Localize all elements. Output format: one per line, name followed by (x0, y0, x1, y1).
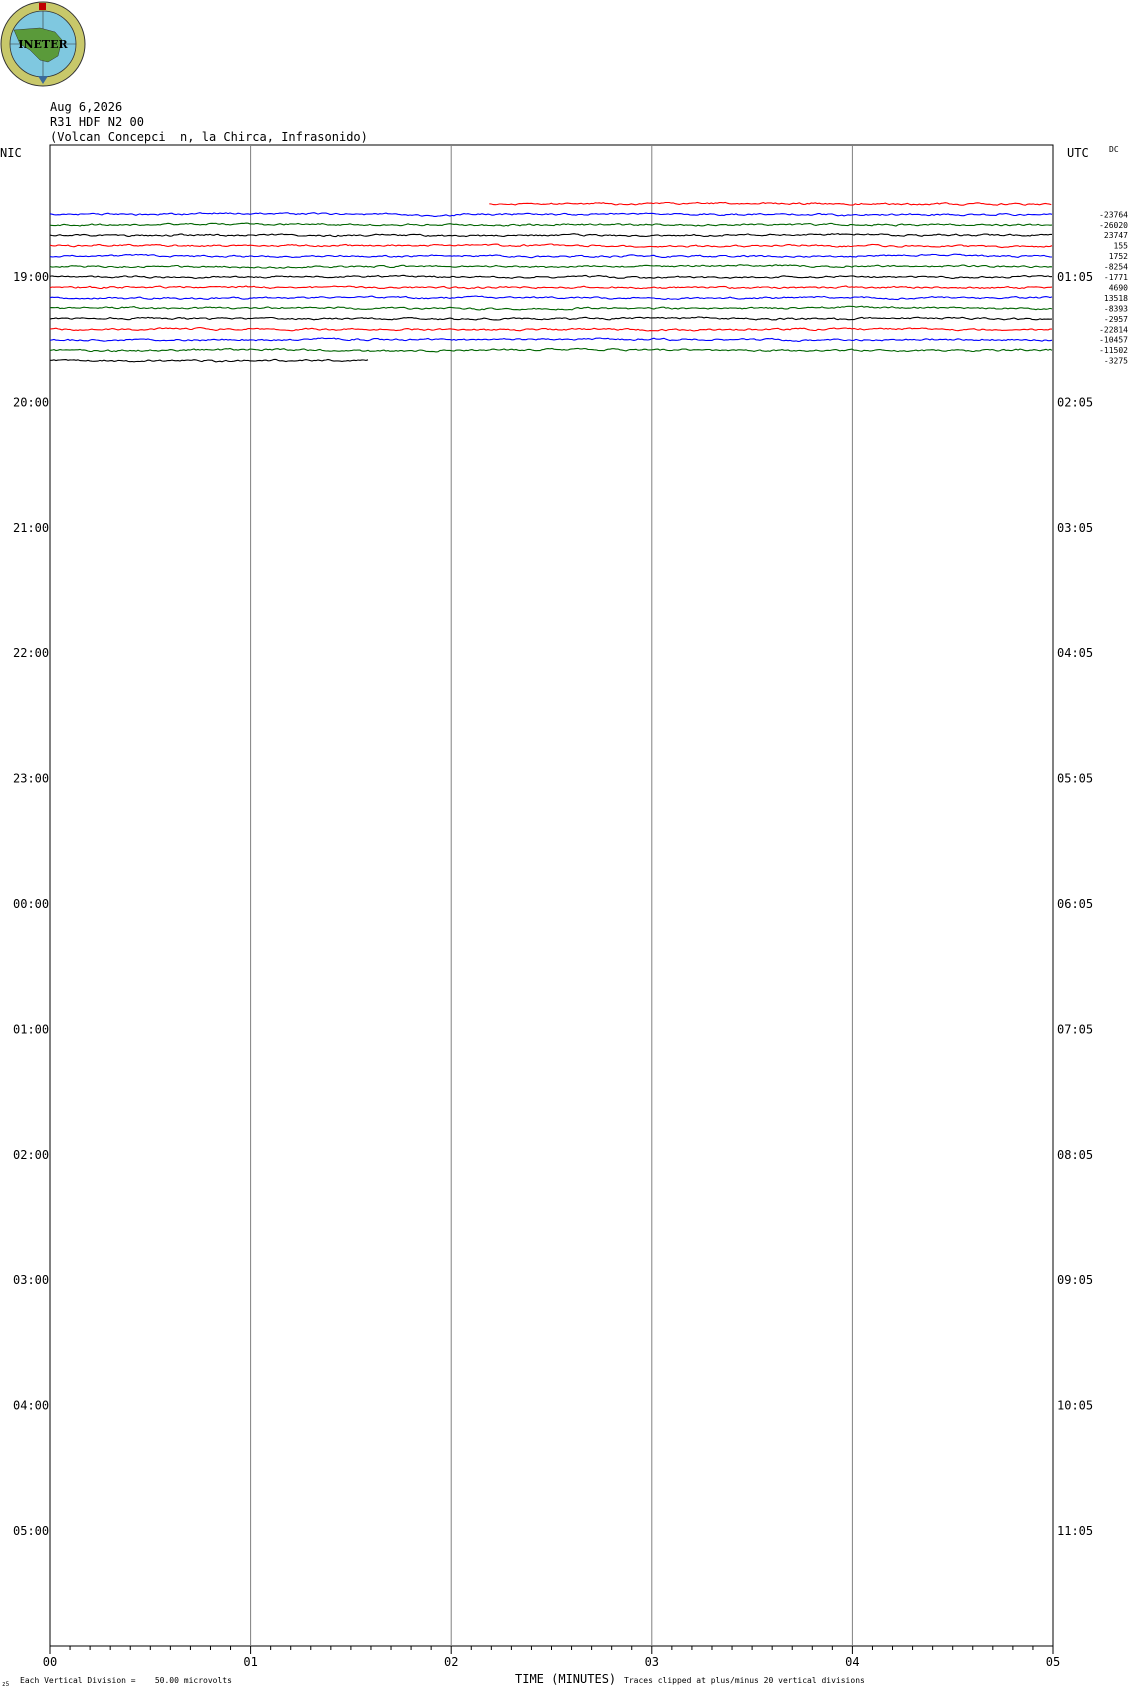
dc-offset-label: -10457 (1099, 336, 1128, 345)
x-tick-label: 03 (645, 1655, 659, 1669)
right-time-label: 11:05 (1057, 1524, 1093, 1538)
seismogram-chart: 00 01 02 03 04 05 19:00 20:00 21:00 22:00 23:00 00:… (13, 144, 1129, 1669)
x-tick-label: 01 (243, 1655, 257, 1669)
dc-offset-label: 4690 (1109, 283, 1128, 292)
trace-line (49, 264, 1053, 269)
dc-offset-label: -8393 (1104, 304, 1128, 313)
dc-offset-label: 13518 (1104, 294, 1128, 303)
x-tick-label: 00 (43, 1655, 57, 1669)
trace-line (49, 337, 1053, 342)
left-time-label: 23:00 (13, 772, 49, 786)
dc-offset-label: 1752 (1109, 252, 1128, 261)
right-time-label: 04:05 (1057, 646, 1093, 660)
left-time-label: 03:00 (13, 1273, 49, 1287)
dc-offset-label: -2957 (1104, 315, 1128, 324)
clip-note: Traces clipped at plus/minus 20 vertical… (624, 1676, 865, 1685)
left-time-label: 20:00 (13, 395, 49, 409)
left-time-label: 00:00 (13, 897, 49, 911)
right-time-label: 06:05 (1057, 897, 1093, 911)
right-time-label: 01:05 (1057, 270, 1093, 284)
dc-offset-label: 155 (1114, 242, 1129, 251)
trace-line (49, 212, 1053, 217)
dc-offset-label: -23764 (1099, 210, 1128, 219)
trace-line (49, 222, 1053, 227)
right-time-label: 03:05 (1057, 521, 1093, 535)
trace-line (49, 316, 1053, 321)
trace-line (49, 285, 1053, 290)
trace-line (49, 295, 1053, 301)
trace-line (49, 253, 1053, 259)
trace-line (49, 347, 1053, 353)
dc-offset-label: -22814 (1099, 325, 1128, 334)
right-time-label: 08:05 (1057, 1148, 1093, 1162)
trace-line (49, 243, 1053, 249)
left-time-label: 22:00 (13, 646, 49, 660)
left-time-label: 02:00 (13, 1148, 49, 1162)
dc-offset-label: 23747 (1104, 231, 1128, 240)
x-tick-label: 02 (444, 1655, 458, 1669)
trace-line (49, 233, 1052, 238)
left-time-label: 05:00 (13, 1524, 49, 1538)
x-tick-label: 05 (1046, 1655, 1060, 1669)
left-time-label: 04:00 (13, 1399, 49, 1413)
dc-offset-label: -26020 (1099, 221, 1128, 230)
dc-offset-label: -8254 (1104, 263, 1128, 272)
right-time-label: 02:05 (1057, 395, 1093, 409)
scale-note: Each Vertical Division = 50.00 microvolt… (20, 1676, 232, 1685)
dc-offset-label: -3275 (1104, 357, 1128, 366)
plot-frame (49, 144, 1054, 1647)
right-time-label: 07:05 (1057, 1022, 1093, 1036)
trace-line (49, 326, 1052, 332)
trace-line (49, 305, 1053, 311)
x-axis-title: TIME (MINUTES) (515, 1672, 617, 1686)
left-time-label: 21:00 (13, 521, 49, 535)
right-time-label: 09:05 (1057, 1273, 1093, 1287)
x-tick-label: 04 (845, 1655, 859, 1669)
left-time-label: 19:00 (13, 270, 49, 284)
trace-line (50, 358, 369, 363)
right-time-label: 10:05 (1057, 1399, 1093, 1413)
dc-offset-label: -11502 (1099, 346, 1128, 355)
trace-line (49, 274, 1053, 280)
left-time-label: 01:00 (13, 1022, 49, 1036)
right-time-label: 05:05 (1057, 772, 1093, 786)
dc-offset-label: -1771 (1104, 273, 1128, 282)
trace-line (489, 201, 1052, 206)
